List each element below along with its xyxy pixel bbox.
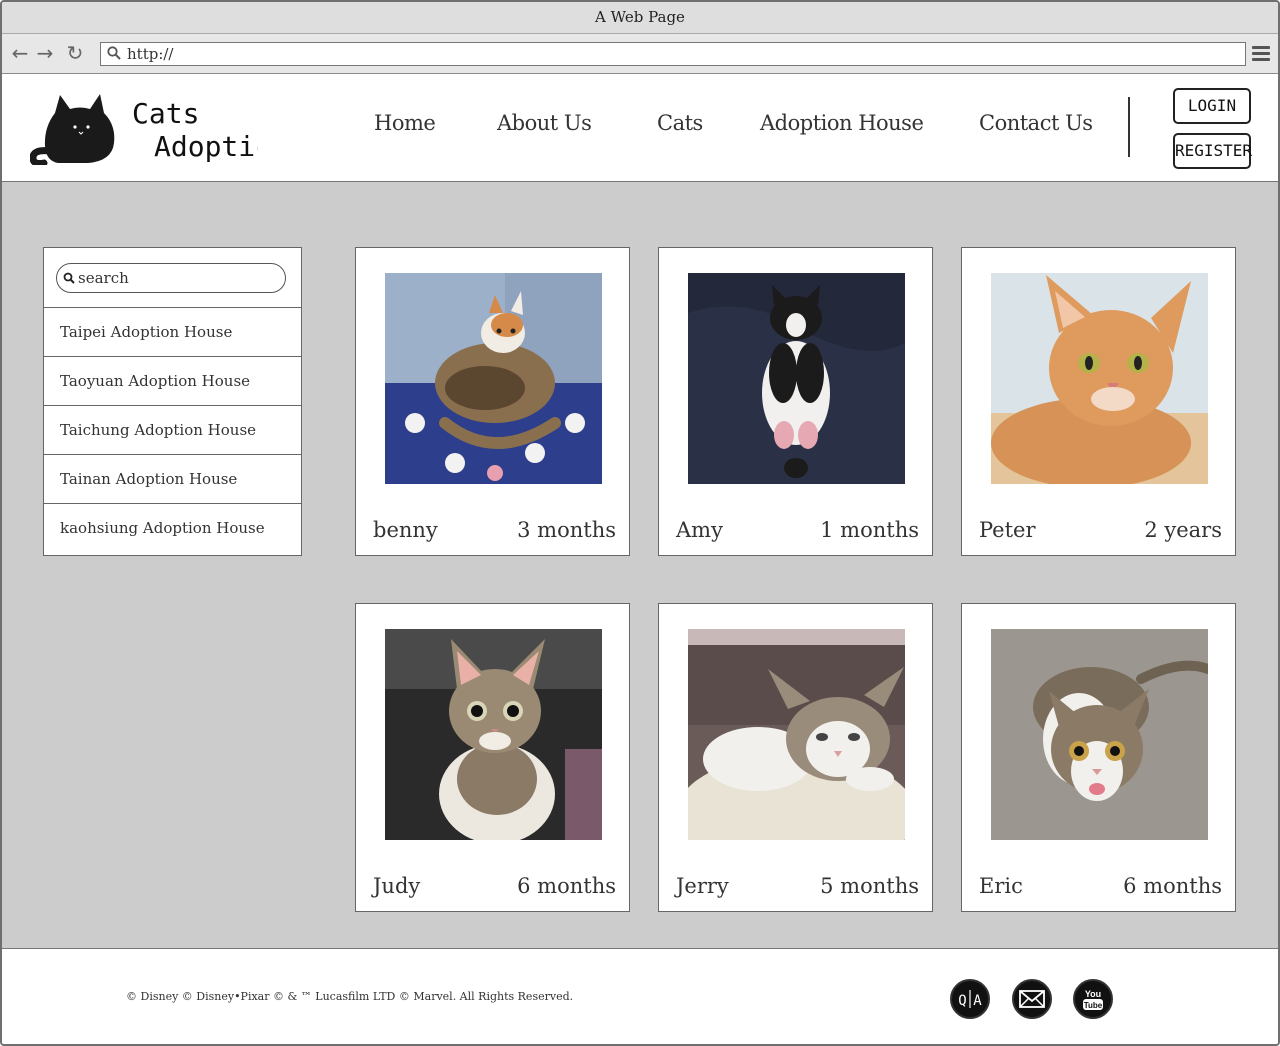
- nav-home[interactable]: Home: [374, 111, 436, 135]
- cat-name: benny: [373, 518, 438, 542]
- cat-image-icon: [688, 273, 905, 484]
- adoption-house-sidebar: Taipei Adoption House Taoyuan Adoption H…: [43, 247, 302, 556]
- qa-icon: Q A: [958, 990, 982, 1009]
- qa-button[interactable]: Q A: [950, 979, 990, 1019]
- cat-image-icon: [385, 273, 602, 484]
- site-header: CatsAdoptic Home About Us Cats Adoption …: [2, 75, 1278, 182]
- main-content: Taipei Adoption House Taoyuan Adoption H…: [2, 182, 1278, 948]
- youtube-text-top: You: [1085, 989, 1101, 999]
- address-bar[interactable]: http://: [100, 42, 1246, 66]
- cat-name: Judy: [373, 874, 421, 898]
- url-text: http://: [127, 45, 174, 63]
- cat-photo[interactable]: [385, 629, 602, 840]
- cat-card[interactable]: Judy 6 months: [355, 603, 630, 912]
- search-icon: [107, 46, 121, 60]
- cat-age: 5 months: [820, 874, 919, 898]
- youtube-text-bottom: Tube: [1084, 1001, 1103, 1010]
- nav-adoption-house[interactable]: Adoption House: [760, 111, 924, 135]
- cat-age: 6 months: [517, 874, 616, 898]
- window-title: A Web Page: [2, 2, 1278, 34]
- cat-card[interactable]: Eric 6 months: [961, 603, 1236, 912]
- sidebar-item-tainan[interactable]: Tainan Adoption House: [44, 455, 301, 504]
- site-logo-text[interactable]: CatsAdoptic: [132, 97, 258, 167]
- search-input[interactable]: [78, 267, 278, 289]
- cat-card[interactable]: Jerry 5 months: [658, 603, 933, 912]
- svg-text:A: A: [973, 993, 982, 1009]
- cat-photo[interactable]: [991, 629, 1208, 840]
- cat-age: 3 months: [517, 518, 616, 542]
- logo-line-2: Adoptic: [154, 130, 258, 163]
- cat-image-icon: [688, 629, 905, 840]
- cat-card[interactable]: Peter 2 years: [961, 247, 1236, 556]
- svg-text:Q: Q: [958, 993, 966, 1009]
- reload-icon[interactable]: ↻: [65, 43, 85, 63]
- cat-photo[interactable]: [385, 273, 602, 484]
- nav-divider: [1128, 97, 1130, 157]
- search-row: [44, 248, 301, 308]
- copyright-text: © Disney © Disney•Pixar © & ™ Lucasfilm …: [126, 990, 574, 1003]
- site-footer: © Disney © Disney•Pixar © & ™ Lucasfilm …: [2, 948, 1278, 1044]
- sidebar-item-taichung[interactable]: Taichung Adoption House: [44, 406, 301, 455]
- cat-name: Peter: [979, 518, 1036, 542]
- nav-cats[interactable]: Cats: [657, 111, 703, 135]
- cat-photo[interactable]: [688, 273, 905, 484]
- youtube-button[interactable]: You Tube: [1073, 979, 1113, 1019]
- forward-arrow-icon[interactable]: →: [35, 43, 55, 63]
- cat-name: Amy: [676, 518, 723, 542]
- sidebar-item-taipei[interactable]: Taipei Adoption House: [44, 308, 301, 357]
- logo-line-1: Cats: [132, 97, 200, 130]
- cat-logo-icon[interactable]: [30, 91, 122, 165]
- register-button[interactable]: REGISTER: [1173, 133, 1252, 169]
- cat-photo[interactable]: [688, 629, 905, 840]
- cat-image-icon: [991, 629, 1208, 840]
- browser-window: A Web Page ← → ↻ http:// CatsAdoptic Hom…: [0, 0, 1280, 1046]
- mail-icon: [1019, 990, 1045, 1008]
- cat-name: Eric: [979, 874, 1023, 898]
- browser-toolbar: ← → ↻ http://: [2, 34, 1278, 74]
- cat-photo[interactable]: [991, 273, 1208, 484]
- sidebar-item-kaohsiung[interactable]: kaohsiung Adoption House: [44, 504, 301, 554]
- login-button[interactable]: LOGIN: [1173, 88, 1251, 124]
- cat-name: Jerry: [676, 874, 729, 898]
- cat-card[interactable]: Amy 1 months: [658, 247, 933, 556]
- hamburger-menu-icon[interactable]: [1252, 46, 1270, 62]
- cat-image-icon: [991, 273, 1208, 484]
- cat-age: 2 years: [1144, 518, 1222, 542]
- cat-image-icon: [385, 629, 602, 840]
- youtube-icon: You Tube: [1083, 989, 1103, 1010]
- nav-about-us[interactable]: About Us: [497, 111, 592, 135]
- mail-button[interactable]: [1012, 979, 1052, 1019]
- search-box[interactable]: [56, 263, 286, 293]
- cat-age: 1 months: [820, 518, 919, 542]
- search-icon: [63, 272, 75, 284]
- back-arrow-icon[interactable]: ←: [10, 43, 30, 63]
- cat-card[interactable]: benny 3 months: [355, 247, 630, 556]
- nav-contact-us[interactable]: Contact Us: [979, 111, 1093, 135]
- cat-age: 6 months: [1123, 874, 1222, 898]
- sidebar-item-taoyuan[interactable]: Taoyuan Adoption House: [44, 357, 301, 406]
